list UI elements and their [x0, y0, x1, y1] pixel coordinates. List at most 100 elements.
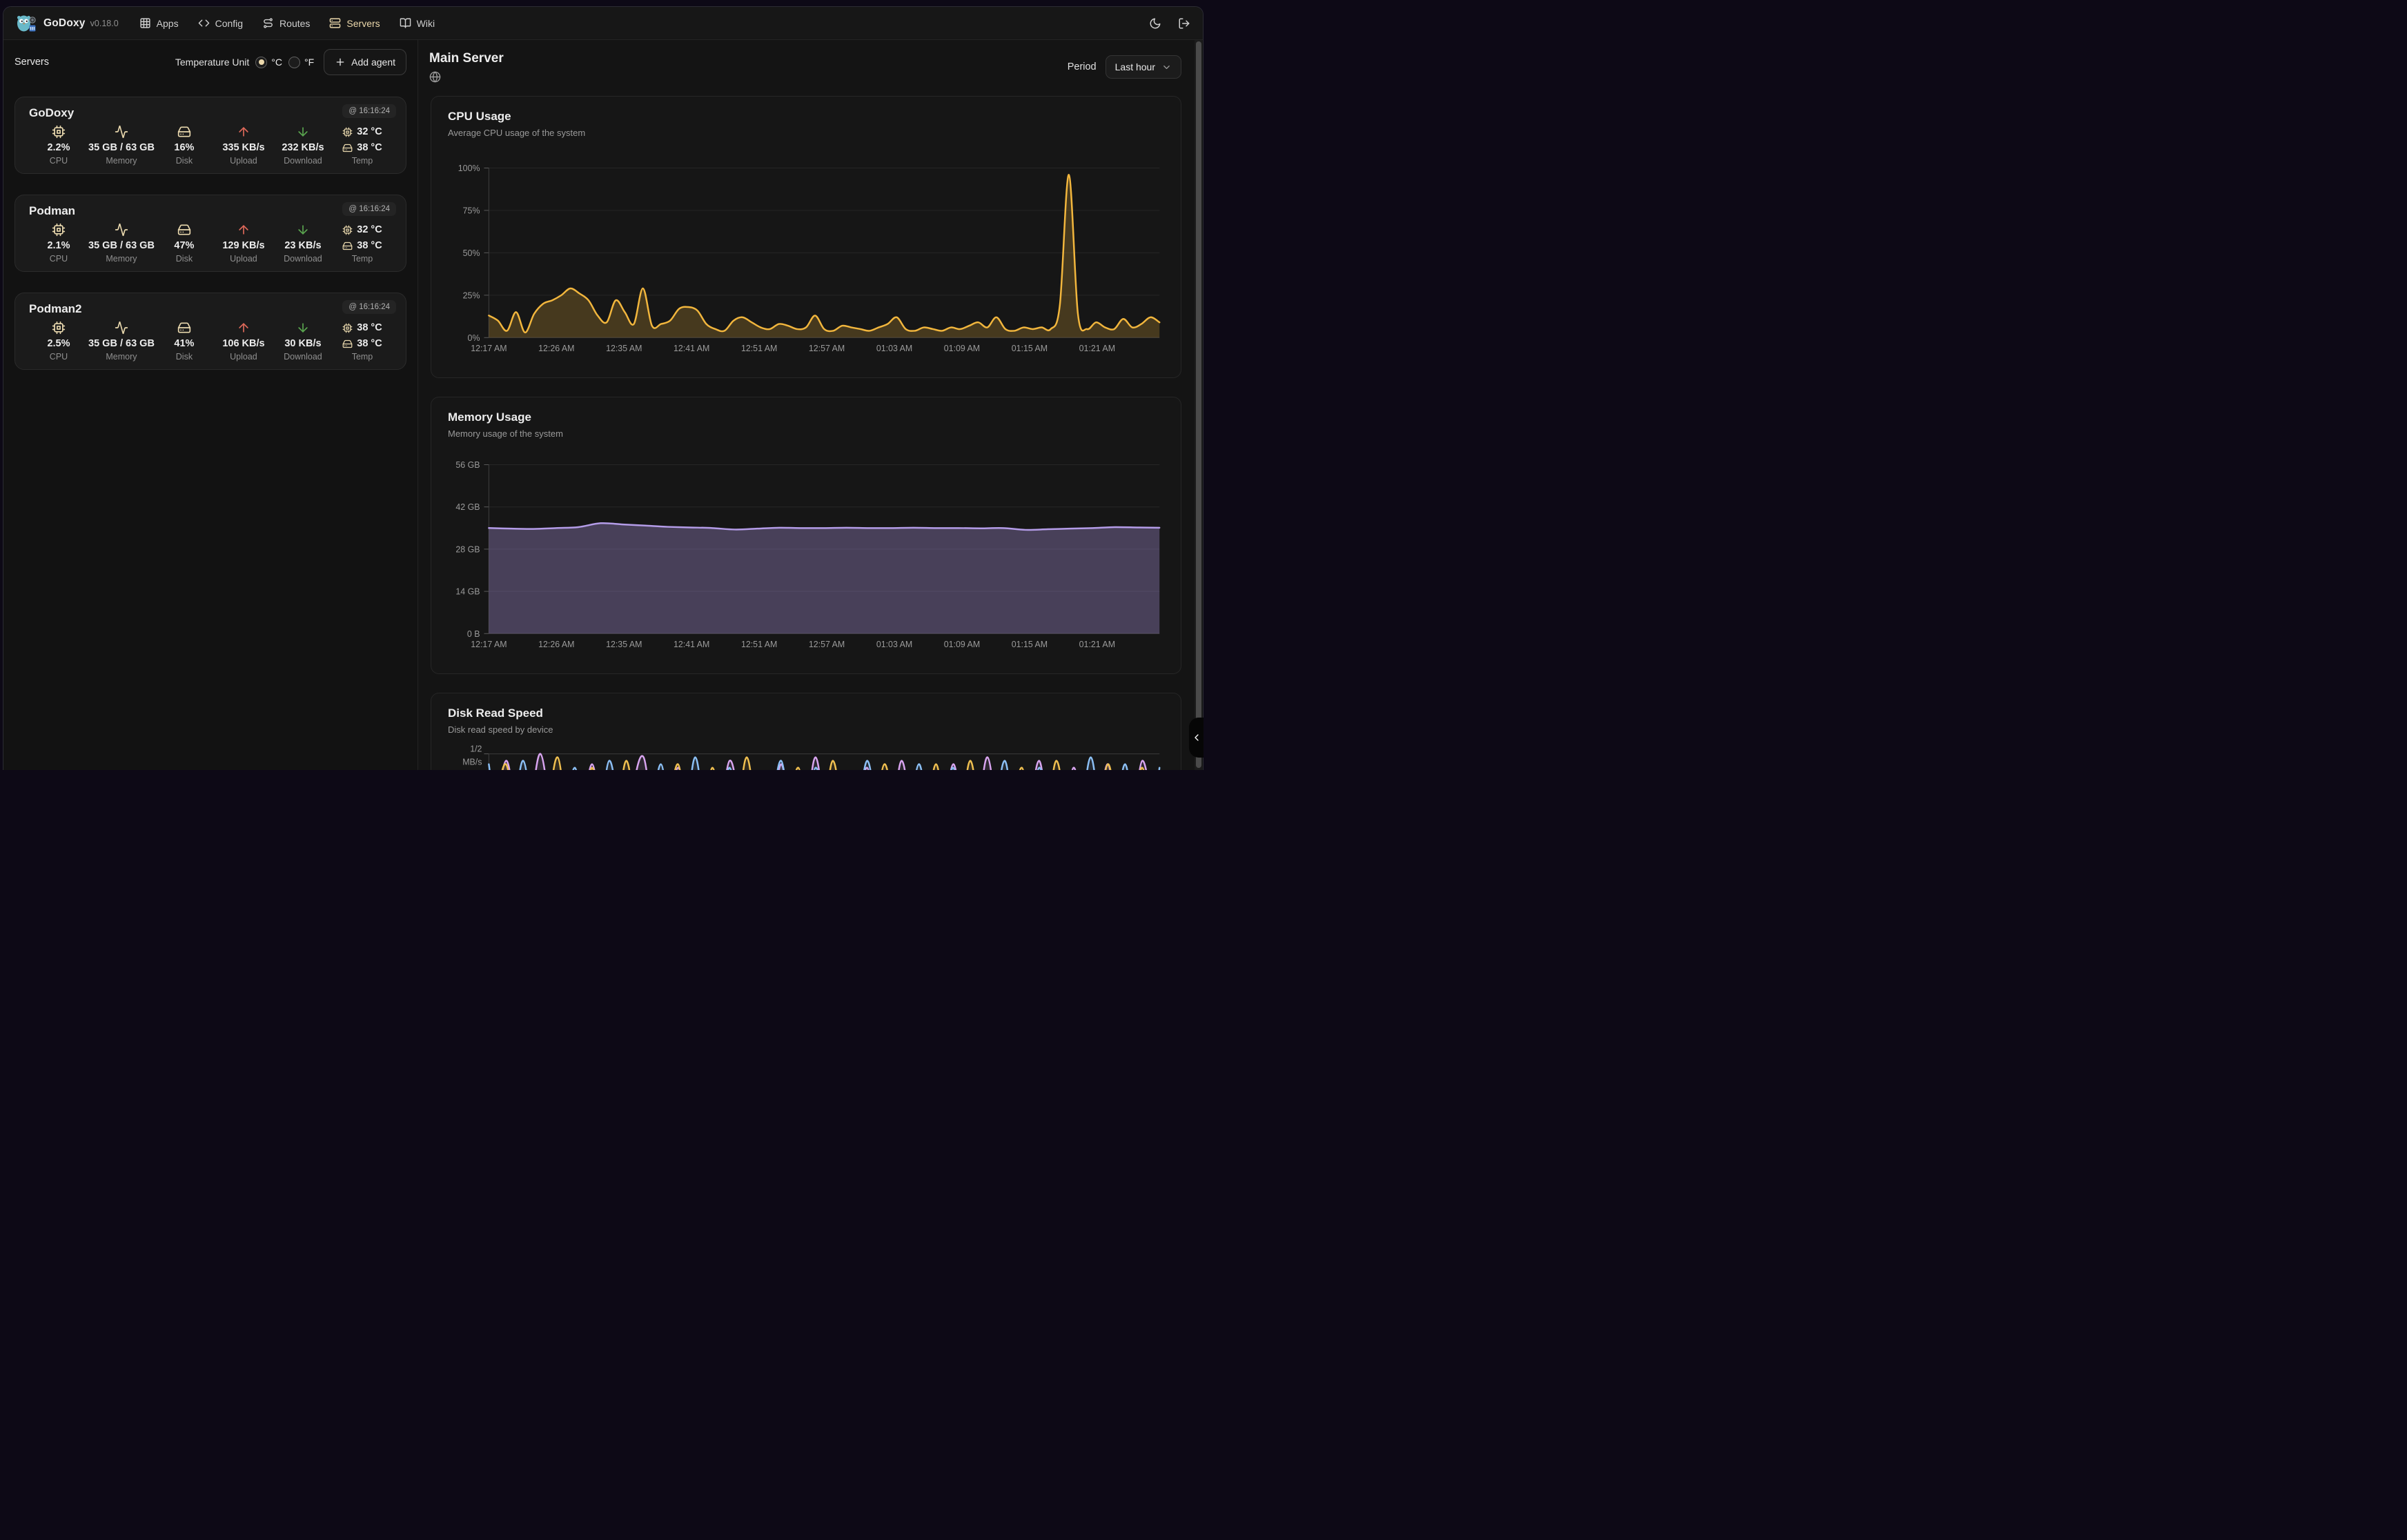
metric-upload: 106 KB/s Upload — [214, 319, 273, 362]
navbar-actions — [1149, 17, 1190, 30]
globe-icon — [429, 71, 441, 83]
nav-item-config[interactable]: Config — [198, 17, 243, 29]
svg-text:12:41 AM: 12:41 AM — [674, 640, 709, 649]
version-label: v0.18.0 — [90, 19, 119, 28]
svg-text:12:51 AM: 12:51 AM — [741, 344, 777, 353]
svg-text:1/2: 1/2 — [470, 744, 482, 754]
metric-memory: 35 GB / 63 GB Memory — [88, 319, 155, 362]
gopher-mascot-icon — [16, 14, 37, 32]
metric-memory: 35 GB / 63 GB Memory — [88, 124, 155, 166]
arrow-down-icon — [296, 223, 310, 237]
last-update-badge: @ 16:16:24 — [342, 300, 396, 314]
panel-title: Servers — [14, 57, 49, 68]
radio-unselected-icon — [288, 57, 300, 68]
period-value: Last hour — [1115, 61, 1155, 72]
collapse-panel-tab[interactable] — [1189, 718, 1204, 758]
servers-panel-header: Servers Temperature Unit °C °F Add agent — [14, 48, 406, 76]
drive-icon — [342, 241, 353, 251]
content-area: Servers Temperature Unit °C °F Add agent — [3, 40, 1203, 770]
servers-panel: Servers Temperature Unit °C °F Add agent — [3, 40, 418, 770]
activity-icon — [115, 125, 128, 139]
nav-item-apps[interactable]: Apps — [139, 17, 179, 29]
route-icon — [262, 17, 274, 29]
metric-cpu: 2.5% CPU — [29, 319, 88, 362]
server-card-list: GoDoxy @ 16:16:24 2.2% CPU 35 GB / 63 GB… — [14, 97, 406, 370]
server-card-podman[interactable]: Podman @ 16:16:24 2.1% CPU 35 GB / 63 GB… — [14, 195, 406, 272]
scrollbar-thumb[interactable] — [1196, 41, 1201, 768]
svg-text:42 GB: 42 GB — [455, 502, 480, 512]
add-agent-button[interactable]: Add agent — [324, 49, 406, 75]
metric-disk: 41% Disk — [155, 319, 214, 362]
arrow-down-icon — [296, 125, 310, 139]
svg-text:01:09 AM: 01:09 AM — [944, 344, 980, 353]
svg-text:50%: 50% — [463, 248, 480, 258]
svg-text:MB/s: MB/s — [462, 758, 482, 767]
temperature-unit-label: Temperature Unit — [175, 57, 249, 68]
metric-download: 23 KB/s Download — [273, 221, 333, 264]
svg-text:0%: 0% — [468, 333, 480, 343]
arrow-up-icon — [237, 223, 250, 237]
cpu-icon — [342, 323, 353, 333]
metric-temp: 32 °C 38 °C Temp — [333, 221, 392, 264]
nav-item-label: Servers — [346, 18, 380, 29]
logout-button[interactable] — [1178, 17, 1190, 30]
activity-icon — [115, 321, 128, 335]
memory-usage-card: Memory Usage Memory usage of the system … — [431, 397, 1181, 674]
period-label: Period — [1068, 61, 1097, 72]
svg-text:12:26 AM: 12:26 AM — [538, 640, 574, 649]
page-scrollbar[interactable] — [1195, 40, 1202, 770]
celsius-radio[interactable]: °C — [255, 57, 282, 68]
brand-name: GoDoxy — [43, 17, 86, 30]
app-window: GoDoxy v0.18.0 Apps Config Routes Servers Wi… — [3, 6, 1204, 770]
arrow-down-icon — [296, 321, 310, 335]
svg-text:12:35 AM: 12:35 AM — [606, 640, 642, 649]
disk-read-speed-chart: 1/2 MB/s — [431, 693, 1181, 770]
metric-download: 30 KB/s Download — [273, 319, 333, 362]
period-select[interactable]: Last hour — [1106, 55, 1181, 79]
nav-item-servers[interactable]: Servers — [329, 17, 380, 29]
drive-icon — [177, 125, 191, 139]
code-icon — [198, 17, 210, 29]
book-icon — [400, 17, 411, 29]
celsius-label: °C — [271, 57, 282, 68]
nav-menu: Apps Config Routes Servers Wiki — [139, 17, 435, 29]
cpu-icon — [52, 125, 66, 139]
svg-text:01:09 AM: 01:09 AM — [944, 640, 980, 649]
nav-item-wiki[interactable]: Wiki — [400, 17, 435, 29]
metric-upload: 335 KB/s Upload — [214, 124, 273, 166]
fahrenheit-label: °F — [304, 57, 314, 68]
svg-text:12:35 AM: 12:35 AM — [606, 344, 642, 353]
metric-download: 232 KB/s Download — [273, 124, 333, 166]
temperature-unit-group: Temperature Unit °C °F — [175, 57, 314, 68]
period-control: Period Last hour — [1068, 55, 1181, 79]
metric-cpu: 2.2% CPU — [29, 124, 88, 166]
radio-selected-icon — [255, 57, 267, 68]
fahrenheit-radio[interactable]: °F — [288, 57, 314, 68]
nav-item-label: Wiki — [417, 18, 435, 29]
metric-disk: 47% Disk — [155, 221, 214, 264]
plus-icon — [335, 57, 346, 68]
cpu-usage-chart: 100%75%50%25%0%12:17 AM12:26 AM12:35 AM1… — [431, 97, 1181, 377]
memory-usage-chart: 56 GB42 GB28 GB14 GB0 B12:17 AM12:26 AM1… — [431, 397, 1181, 673]
globe-icon — [429, 71, 441, 83]
svg-text:12:17 AM: 12:17 AM — [471, 640, 507, 649]
metric-memory: 35 GB / 63 GB Memory — [88, 221, 155, 264]
server-card-godoxy[interactable]: GoDoxy @ 16:16:24 2.2% CPU 35 GB / 63 GB… — [14, 97, 406, 174]
svg-text:28 GB: 28 GB — [455, 544, 480, 554]
svg-text:14 GB: 14 GB — [455, 587, 480, 597]
moon-icon — [1149, 17, 1161, 30]
theme-toggle-button[interactable] — [1149, 17, 1161, 30]
nav-item-routes[interactable]: Routes — [262, 17, 310, 29]
disk-read-speed-card: Disk Read Speed Disk read speed by devic… — [431, 693, 1181, 770]
metric-disk: 16% Disk — [155, 124, 214, 166]
grid-icon — [139, 17, 151, 29]
cpu-usage-card: CPU Usage Average CPU usage of the syste… — [431, 96, 1181, 378]
drive-icon — [342, 339, 353, 349]
chevron-down-icon — [1161, 62, 1172, 72]
server-card-podman2[interactable]: Podman2 @ 16:16:24 2.5% CPU 35 GB / 63 G… — [14, 293, 406, 370]
logout-icon — [1178, 17, 1190, 30]
svg-text:56 GB: 56 GB — [455, 460, 480, 470]
drive-icon — [177, 223, 191, 237]
chevleft-icon — [1191, 732, 1202, 743]
cpu-icon — [52, 223, 66, 237]
